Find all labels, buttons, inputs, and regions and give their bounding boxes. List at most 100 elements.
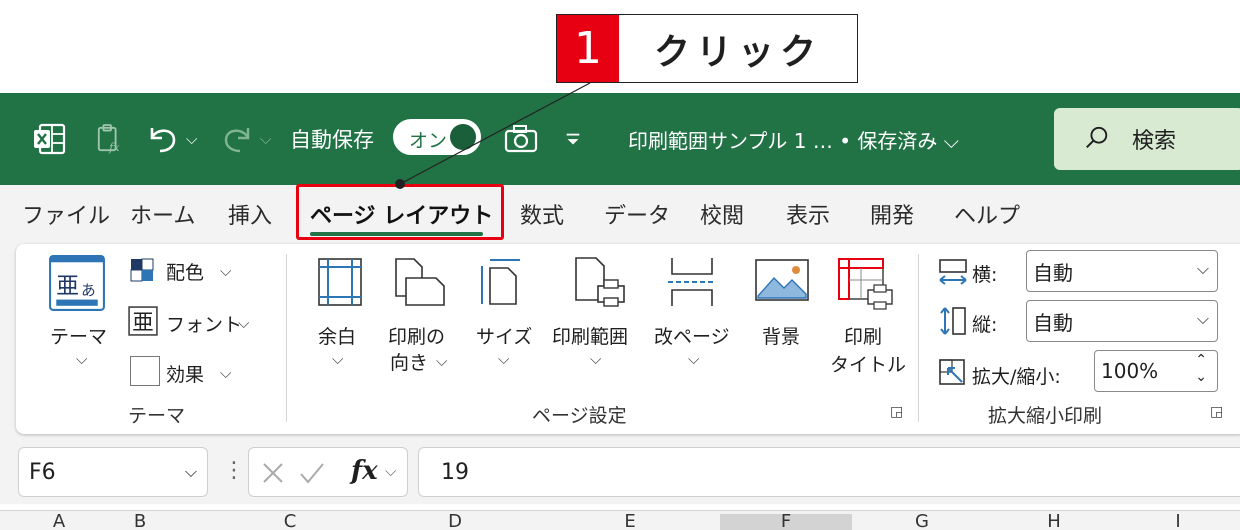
tab-highlight-box [296, 184, 504, 240]
print-titles-label-line2[interactable]: タイトル [830, 350, 906, 377]
height-label: 縦: [972, 314, 998, 336]
margins-chevron-icon[interactable]: ⌵ [332, 350, 343, 368]
scale-label: 拡大/縮小: [972, 366, 1061, 388]
autosave-toggle[interactable]: オン [393, 119, 481, 155]
document-title[interactable]: 印刷範囲サンプル 1 … • 保存済み ⌵ [628, 93, 959, 185]
more-options-icon[interactable]: ⋮ [223, 458, 245, 483]
column-header-g[interactable]: G [852, 514, 992, 530]
fonts-icon[interactable]: 亜 [128, 306, 158, 336]
orientation-icon[interactable] [392, 256, 448, 308]
group-separator [918, 254, 919, 422]
print-area-label[interactable]: 印刷範囲 [552, 322, 628, 349]
height-select[interactable]: 自動 ⌵ [1026, 300, 1218, 342]
scale-dialog-launcher-icon[interactable]: ◲ [1210, 404, 1223, 420]
height-icon [940, 307, 966, 335]
print-area-icon[interactable] [572, 254, 628, 310]
spin-up-icon[interactable]: ⌃ [1195, 352, 1207, 368]
size-label[interactable]: サイズ [476, 322, 532, 349]
orientation-chevron-icon[interactable]: ⌵ [436, 352, 447, 370]
scale-spinner-value: 100% [1101, 359, 1159, 383]
camera-icon[interactable] [503, 124, 539, 154]
tab-insert[interactable]: 挿入 [228, 185, 272, 242]
theme-group-label: テーマ [128, 405, 186, 427]
tab-file[interactable]: ファイル [22, 185, 110, 242]
cancel-icon[interactable] [261, 461, 285, 485]
search-label: 検索 [1132, 129, 1177, 154]
insert-function-icon[interactable]: fx [351, 456, 378, 486]
breaks-label[interactable]: 改ページ [654, 322, 730, 349]
name-box-chevron-icon[interactable]: ⌵ [185, 462, 197, 482]
effects-chevron-icon[interactable]: ⌵ [220, 364, 231, 382]
column-header-f[interactable]: F [720, 514, 852, 530]
print-area-chevron-icon[interactable]: ⌵ [590, 350, 601, 368]
svg-text:あ: あ [81, 282, 96, 299]
effects-icon[interactable] [130, 356, 160, 386]
tab-formulas[interactable]: 数式 [520, 185, 564, 242]
orientation-label-line1[interactable]: 印刷の [388, 322, 445, 349]
page-setup-dialog-launcher-icon[interactable]: ◲ [890, 404, 903, 420]
enter-icon[interactable] [299, 461, 325, 485]
themes-chevron-icon[interactable]: ⌵ [76, 350, 87, 368]
svg-text:亜: 亜 [132, 311, 153, 336]
autosave-toggle-label: オン [409, 130, 448, 152]
tab-data[interactable]: データ [604, 185, 670, 242]
size-chevron-icon[interactable]: ⌵ [498, 350, 509, 368]
ribbon-tabs: ファイル ホーム 挿入 ページ レイアウト 数式 データ 校閲 表示 開発 ヘル… [0, 185, 1240, 242]
tab-help[interactable]: ヘルプ [954, 185, 1020, 242]
paste-disabled-icon: fx [97, 124, 120, 154]
column-header-d[interactable]: D [370, 514, 540, 530]
scale-icon [939, 359, 965, 385]
column-header-c[interactable]: C [210, 514, 370, 530]
fx-chevron-icon[interactable]: ⌵ [385, 462, 396, 480]
width-select[interactable]: 自動 ⌵ [1026, 250, 1218, 292]
undo-icon[interactable] [144, 122, 184, 156]
colors-label[interactable]: 配色 [166, 258, 204, 285]
size-icon[interactable] [476, 256, 524, 308]
effects-label[interactable]: 効果 [166, 360, 204, 387]
scale-group-label: 拡大縮小印刷 [988, 405, 1103, 427]
column-header-a[interactable]: A [48, 514, 70, 530]
themes-button-label[interactable]: テーマ [50, 322, 107, 349]
print-titles-icon[interactable] [836, 256, 896, 312]
margins-label[interactable]: 余白 [318, 322, 356, 349]
fonts-chevron-icon[interactable]: ⌵ [238, 314, 249, 332]
tab-review[interactable]: 校閲 [700, 185, 744, 242]
autosave-label: 自動保存 [290, 128, 374, 152]
excel-logo-icon[interactable] [32, 122, 66, 156]
breaks-icon[interactable] [666, 256, 718, 308]
formula-buttons: fx ⌵ [248, 447, 408, 497]
undo-dropdown-chevron-icon[interactable]: ⌵ [186, 93, 197, 185]
fonts-label[interactable]: フォント [166, 310, 242, 337]
margins-icon[interactable] [316, 256, 364, 308]
column-header-h[interactable]: H [992, 514, 1116, 530]
scale-spinner[interactable]: 100% ⌃ ⌄ [1094, 350, 1218, 392]
search-icon [1086, 126, 1108, 149]
toggle-knob [450, 124, 476, 150]
svg-text:亜: 亜 [56, 273, 79, 299]
themes-icon[interactable]: 亜 あ [48, 254, 106, 312]
callout-step-number: 1 [557, 15, 619, 82]
spin-down-icon[interactable]: ⌄ [1195, 369, 1207, 385]
column-header-e[interactable]: E [540, 514, 720, 530]
column-header-i[interactable]: I [1116, 514, 1240, 530]
background-label[interactable]: 背景 [762, 322, 800, 349]
tab-developer[interactable]: 開発 [870, 185, 914, 242]
height-select-value: 自動 [1033, 310, 1073, 335]
background-icon[interactable] [754, 258, 810, 306]
customize-qat-icon[interactable] [564, 131, 582, 149]
redo-icon [224, 128, 250, 153]
search-box[interactable]: 検索 [1054, 108, 1240, 170]
orientation-label-line2[interactable]: 向き [390, 348, 428, 375]
callout-text: クリック [653, 31, 822, 73]
width-select-value: 自動 [1033, 260, 1073, 285]
name-box[interactable]: F6 ⌵ [18, 447, 208, 497]
breaks-chevron-icon[interactable]: ⌵ [688, 350, 699, 368]
tab-home[interactable]: ホーム [130, 185, 195, 242]
column-header-b[interactable]: B [70, 514, 210, 530]
width-label: 横: [972, 264, 998, 286]
formula-input[interactable]: 19 [418, 447, 1240, 497]
print-titles-label-line1[interactable]: 印刷 [844, 322, 882, 349]
tab-view[interactable]: 表示 [786, 185, 830, 242]
colors-chevron-icon[interactable]: ⌵ [220, 262, 231, 280]
colors-icon[interactable] [130, 258, 154, 282]
